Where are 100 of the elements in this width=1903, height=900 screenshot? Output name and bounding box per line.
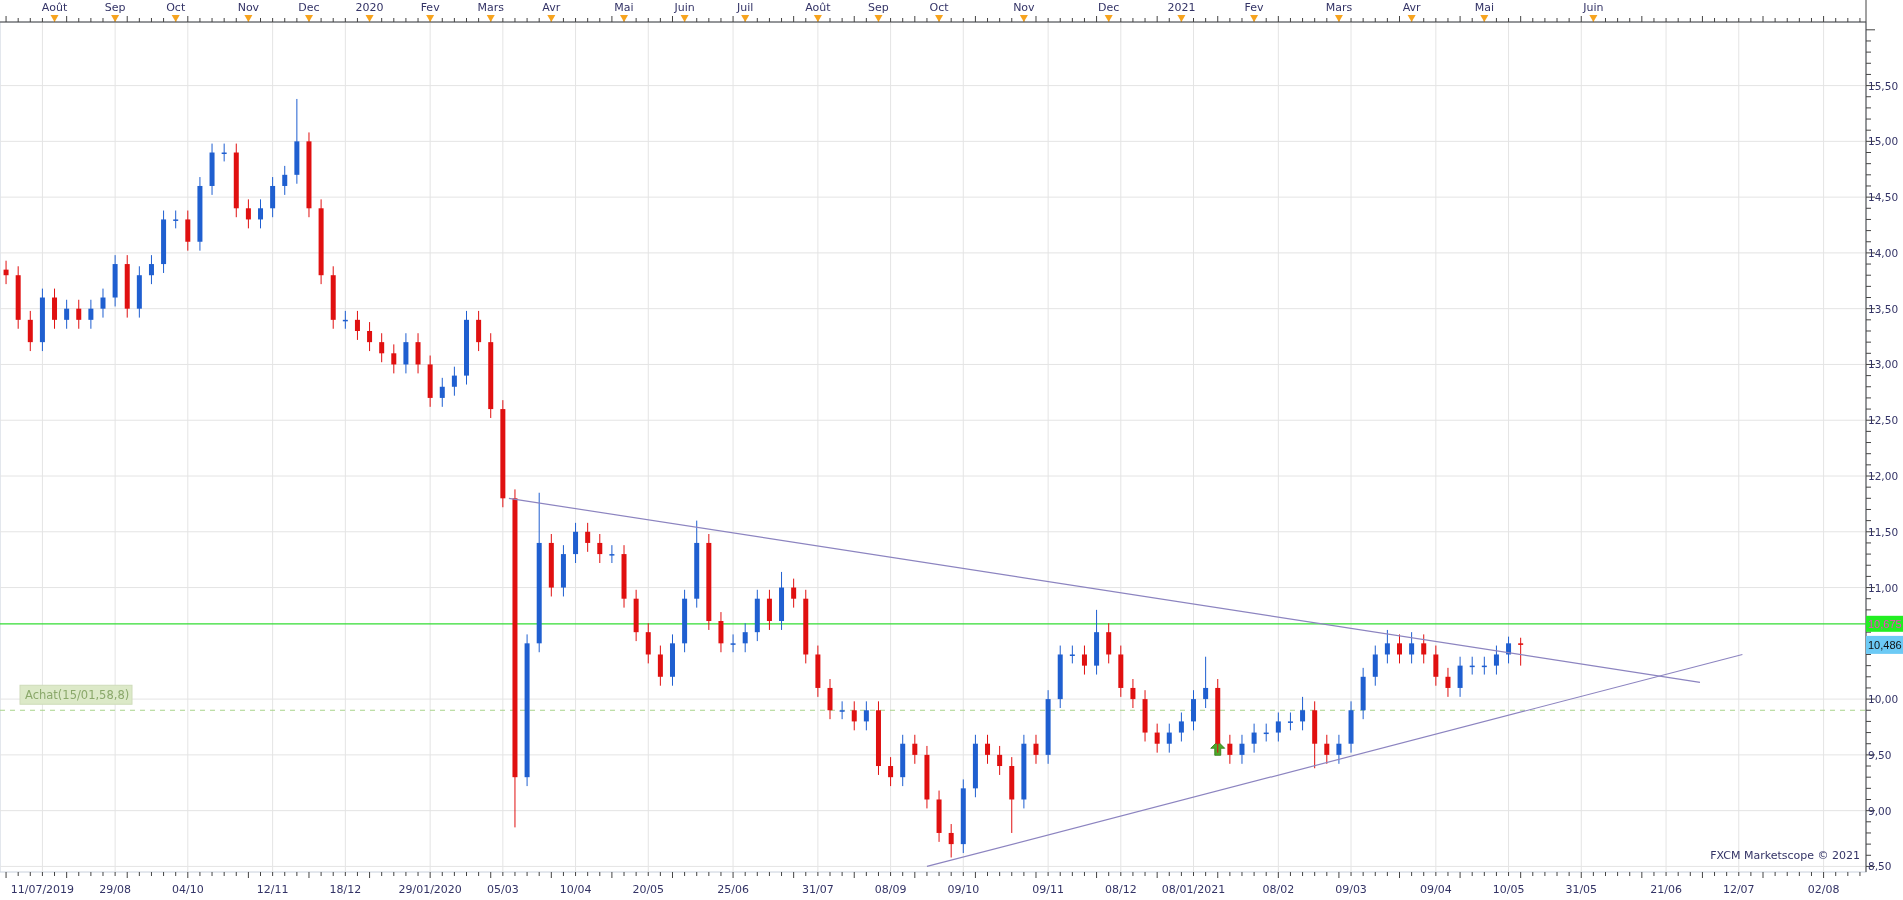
price-tag: 10,675	[1866, 615, 1903, 632]
candle	[779, 571, 785, 631]
candle	[76, 299, 82, 330]
month-label: Nov	[1013, 1, 1035, 14]
candle	[1081, 645, 1087, 676]
axis-label: 08/12	[1104, 883, 1137, 896]
axis-label: 02/08	[1807, 883, 1840, 896]
candle	[657, 645, 663, 687]
candle	[100, 288, 106, 319]
axis-label: 08/09	[874, 883, 907, 896]
axis-label: 14,50	[1868, 191, 1899, 204]
axis-label: 12,50	[1868, 414, 1899, 427]
credit-text: FXCM Marketscope © 2021	[1710, 848, 1860, 862]
candle	[161, 210, 167, 274]
axis-label: 9,50	[1868, 748, 1892, 761]
candle	[88, 299, 94, 330]
candle	[185, 210, 191, 252]
axis-label: 11,50	[1868, 525, 1899, 538]
candle	[27, 310, 33, 352]
candle	[560, 544, 566, 597]
month-label: Août	[805, 1, 831, 14]
month-label: Oct	[929, 1, 949, 14]
candle	[573, 522, 579, 564]
candle	[985, 734, 991, 765]
candle	[1263, 723, 1269, 742]
month-label: Fev	[420, 1, 440, 14]
candle	[1106, 622, 1112, 664]
month-label: Juin	[674, 1, 695, 14]
axis-label: 14,00	[1868, 246, 1899, 259]
axis-label: 15,00	[1868, 135, 1899, 148]
month-label: Mai	[614, 1, 634, 14]
month-label: Août	[41, 1, 68, 14]
candle	[633, 589, 639, 642]
candle	[1287, 712, 1293, 731]
axis-label: 9,00	[1868, 804, 1892, 817]
axis-label: 10/04	[559, 883, 592, 896]
candle	[427, 355, 433, 408]
candle	[1251, 723, 1257, 754]
candle	[1312, 700, 1318, 769]
candle	[791, 578, 797, 609]
candle	[354, 310, 360, 341]
month-label: Nov	[237, 1, 260, 14]
axis-label: 11,00	[1868, 581, 1899, 594]
candle	[1409, 631, 1415, 664]
candle	[548, 533, 554, 597]
candle	[282, 165, 288, 196]
axis-label: 12,00	[1868, 470, 1899, 482]
candle	[367, 321, 373, 352]
month-label: Oct	[166, 1, 186, 14]
candle	[742, 622, 748, 653]
candle	[173, 210, 179, 229]
candle	[124, 254, 130, 319]
candle	[3, 260, 9, 285]
candle	[1348, 700, 1354, 754]
candle	[1239, 734, 1245, 765]
month-label: Fev	[1244, 1, 1264, 14]
axis-label: 25/06	[717, 883, 749, 896]
candle	[754, 589, 760, 642]
candle	[718, 611, 724, 653]
candle	[1493, 645, 1499, 676]
month-label: Sep	[868, 1, 889, 14]
candle	[1069, 645, 1075, 664]
candle	[342, 310, 348, 330]
axis-label: 18/12	[329, 883, 362, 896]
candle	[924, 745, 930, 809]
candle	[1518, 637, 1524, 667]
candle	[1421, 633, 1427, 664]
axis-label: 12/07	[1722, 883, 1755, 896]
candle	[403, 332, 409, 374]
candle	[1324, 734, 1330, 765]
month-label: Avr	[1402, 1, 1421, 14]
candle	[670, 633, 675, 687]
axis-label: 13,50	[1868, 302, 1899, 315]
candle	[839, 700, 845, 720]
month-label: Juin	[1583, 1, 1604, 14]
candle	[1057, 645, 1063, 709]
candle	[1336, 734, 1342, 765]
candle	[52, 288, 58, 330]
annotation: Achat(15/01,58,8)	[25, 688, 130, 703]
candle	[1275, 712, 1281, 742]
candle	[597, 533, 603, 564]
candle	[1142, 689, 1148, 742]
candle	[1469, 656, 1475, 676]
candle	[39, 288, 45, 352]
axis-label: 09/03	[1335, 883, 1367, 896]
candle	[439, 377, 445, 408]
month-label: Juil	[737, 1, 754, 14]
candle	[1397, 633, 1402, 664]
candle	[972, 734, 978, 798]
candle	[1457, 656, 1463, 698]
candle	[900, 734, 906, 787]
candle	[1384, 629, 1390, 664]
candle	[15, 265, 21, 330]
candle	[476, 310, 482, 352]
axis-label: 08/02	[1262, 883, 1295, 896]
candle	[1360, 667, 1366, 720]
axis-label: 10/05	[1492, 883, 1525, 896]
axis-label: 20/05	[632, 883, 665, 896]
month-label: Mars	[1325, 1, 1353, 14]
candle	[209, 143, 215, 196]
